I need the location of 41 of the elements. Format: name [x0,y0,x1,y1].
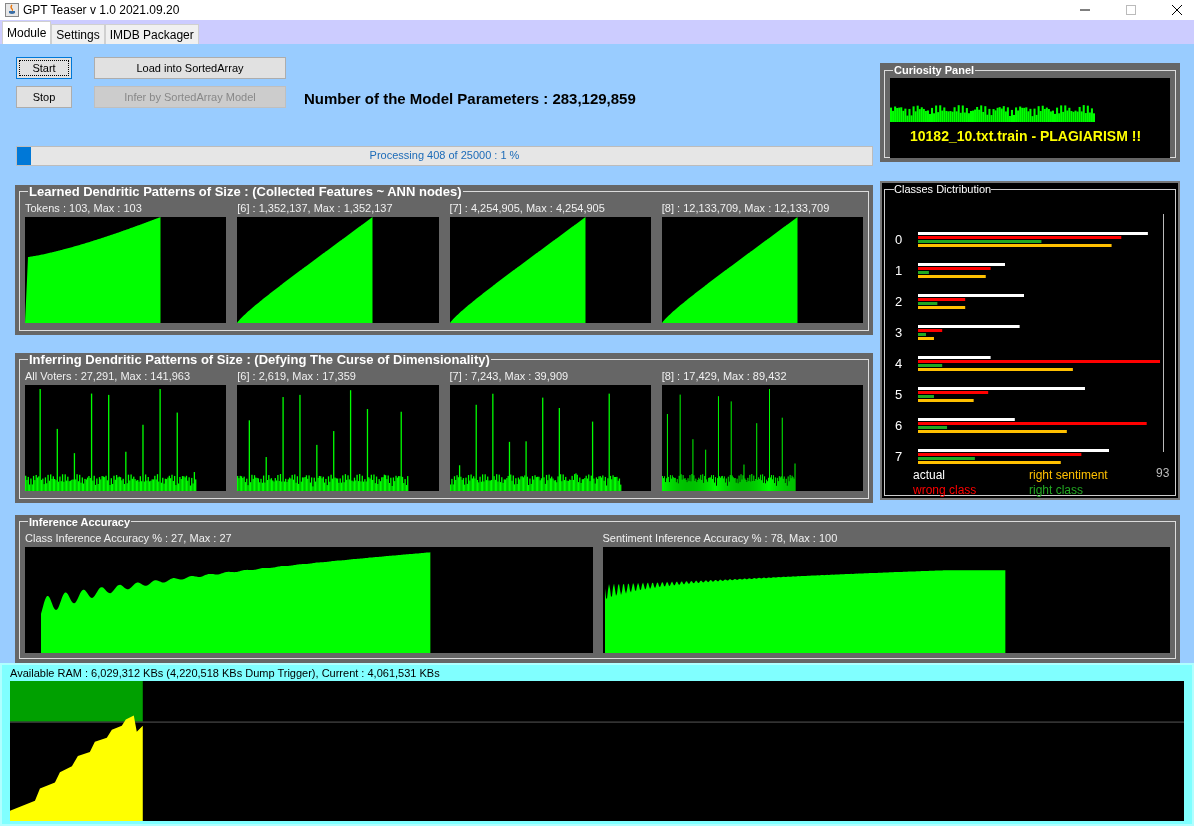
class-label: 4 [894,354,904,373]
chart-label: [8] : 17,429, Max : 89,432 [661,368,788,384]
chart-label: Tokens : 103, Max : 103 [25,200,143,216]
app-icon [5,3,19,17]
chart-label: Class Inference Accuracy % : 27, Max : 27 [25,530,233,546]
chart-label: All Voters : 27,291, Max : 141,963 [25,368,192,384]
chart-label: [6] : 1,352,137, Max : 1,352,137 [237,200,394,216]
panel-title: Classes Dictribution [894,183,992,196]
chart-label: [6] : 2,619, Max : 17,359 [237,368,357,384]
chart-label: [8] : 12,133,709, Max : 12,133,709 [661,200,831,216]
axis-max-label: 93 [1156,465,1170,482]
memory-text: Available RAM : 6,029,312 KBs (4,220,518 KBs Dump Trigger), Current : 4,061,531 KBs [10,666,441,681]
chart-label: [7] : 4,254,905, Max : 4,254,905 [449,200,606,216]
chart-label: [7] : 7,243, Max : 39,909 [449,368,570,384]
class-label: 6 [894,416,904,435]
window-title: GPT Teaser v 1.0 2021.09.20 [23,2,180,19]
chart-label: Sentiment Inference Accuracy % : 78, Max : 100 [602,530,839,546]
action-button[interactable]: Load into SortedArray [94,57,286,79]
model-parameters-text: Number of the Model Parameters : 283,129,859 [304,89,636,109]
panel-title: Curiosity Panel [893,63,976,77]
legend-label: actual [913,468,947,483]
action-button[interactable]: Stop [16,86,72,108]
class-label: 1 [894,261,904,280]
class-label: 0 [894,230,904,249]
action-button[interactable]: Start [16,57,72,79]
panel-title: Learned Dendritic Patterns of Size : (Collected Features ~ ANN nodes) [28,184,463,199]
legend-label: wrong class [913,483,978,498]
legend-label: right class [1029,483,1085,498]
legend-label: right sentiment [1029,468,1109,483]
close-icon[interactable] [1172,5,1182,15]
tab[interactable]: Settings [51,24,105,44]
curiosity-message: 10182_10.txt.train - PLAGIARISM !! [910,127,1142,146]
class-label: 2 [894,292,904,311]
tab[interactable]: Module [2,21,52,44]
progress-text: Processing 408 of 25000 : 1 % [368,148,521,164]
panel-title: Inference Accuracy [28,514,132,529]
class-label: 7 [894,447,904,466]
class-label: 5 [894,385,904,404]
class-label: 3 [894,323,904,342]
panel-title: Inferring Dendritic Patterns of Size : (Defying The Curse of Dimensionality) [28,352,491,367]
tab[interactable]: IMDB Packager [104,24,199,44]
